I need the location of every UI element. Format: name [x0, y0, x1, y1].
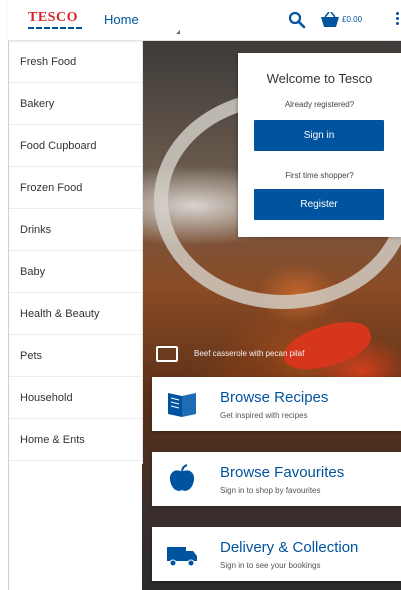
card-subtitle: Sign in to shop by favourites — [220, 486, 321, 495]
sign-in-button[interactable]: Sign in — [254, 120, 384, 151]
home-link[interactable]: Home — [104, 12, 139, 27]
pepper-decoration — [278, 313, 376, 379]
dropdown-corner-icon — [176, 30, 180, 34]
card-title: Delivery & Collection — [220, 539, 359, 556]
top-bar: TESCO Home £0.00 — [8, 0, 401, 41]
recipe-card-icon — [156, 346, 178, 362]
already-registered-label: Already registered? — [284, 100, 355, 109]
more-vert-icon[interactable] — [394, 10, 400, 30]
card-title: Browse Favourites — [220, 464, 345, 481]
delivery-van-icon — [167, 547, 197, 567]
basket-total[interactable]: £0.00 — [342, 15, 362, 24]
basket-icon[interactable] — [320, 12, 340, 28]
card-subtitle: Get inspired with recipes — [220, 411, 308, 420]
apple-icon — [169, 464, 195, 491]
sidebar-item-health-beauty[interactable]: Health & Beauty — [9, 293, 142, 335]
sidebar-item-bakery[interactable]: Bakery — [9, 83, 142, 125]
first-time-shopper-label: First time shopper? — [285, 171, 354, 180]
sidebar-item-frozen-food[interactable]: Frozen Food — [9, 167, 142, 209]
search-icon[interactable] — [288, 11, 306, 29]
sidebar-item-fresh-food[interactable]: Fresh Food — [9, 41, 142, 83]
welcome-title: Welcome to Tesco — [266, 71, 373, 86]
category-sidebar: Fresh Food Bakery Food Cupboard Frozen F… — [9, 41, 143, 464]
card-subtitle: Sign in to see your bookings — [220, 561, 321, 570]
hero-caption: Beef casserole with pecan pilaf — [194, 349, 305, 358]
recipe-book-icon — [168, 393, 196, 417]
sidebar-item-drinks[interactable]: Drinks — [9, 209, 142, 251]
sidebar-item-pets[interactable]: Pets — [9, 335, 142, 377]
welcome-panel: Welcome to Tesco Already registered? Sig… — [238, 53, 401, 237]
tesco-logo[interactable]: TESCO — [28, 10, 78, 26]
sidebar-item-food-cupboard[interactable]: Food Cupboard — [9, 125, 142, 167]
delivery-collection-card[interactable]: Delivery & Collection Sign in to see you… — [152, 527, 401, 581]
register-button[interactable]: Register — [254, 189, 384, 220]
sidebar-item-household[interactable]: Household — [9, 377, 142, 419]
sidebar-item-home-ents[interactable]: Home & Ents — [9, 419, 142, 461]
sidebar-item-baby[interactable]: Baby — [9, 251, 142, 293]
logo-stripe — [28, 27, 82, 29]
card-title: Browse Recipes — [220, 389, 329, 406]
browse-favourites-card[interactable]: Browse Favourites Sign in to shop by fav… — [152, 452, 401, 506]
browse-recipes-card[interactable]: Browse Recipes Get inspired with recipes — [152, 377, 401, 431]
